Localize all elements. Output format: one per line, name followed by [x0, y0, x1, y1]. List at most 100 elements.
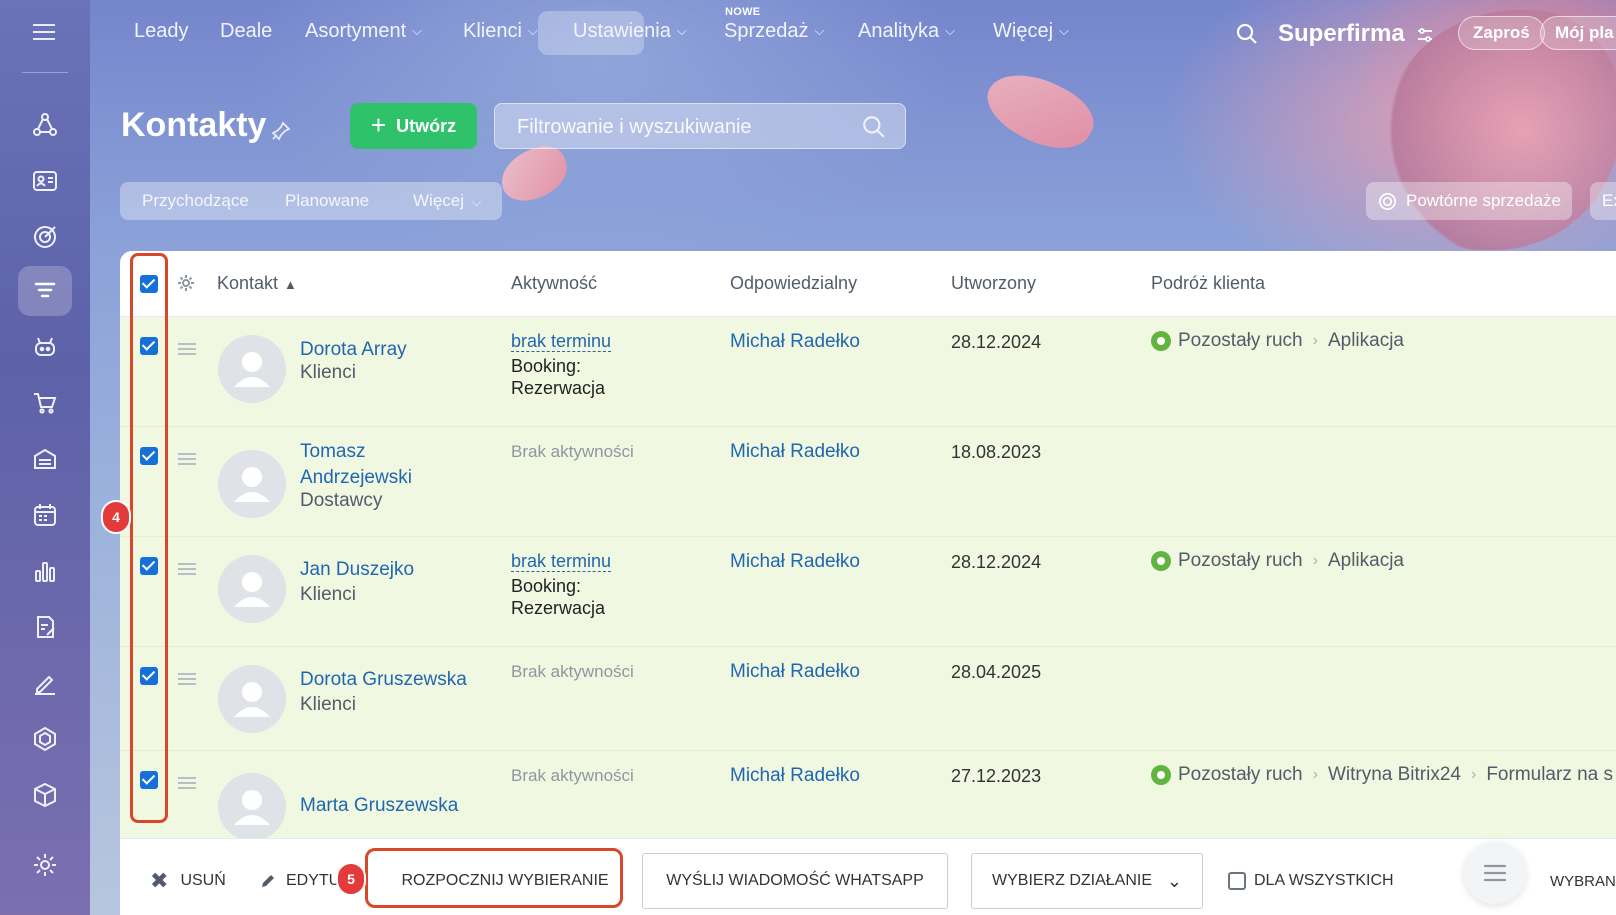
contact-type: Klienci [300, 694, 356, 715]
for-all-checkbox[interactable]: DLA WSZYSTKICH [1228, 853, 1394, 909]
chevron-right-icon: › [1470, 766, 1477, 783]
repeat-sales-icon [1379, 193, 1396, 210]
filter-tab-incoming[interactable]: Przychodzące [142, 191, 249, 211]
sidebar-item-products[interactable] [18, 770, 72, 820]
delete-button[interactable]: ✖ USUŃ [150, 853, 226, 909]
avatar[interactable] [218, 665, 286, 733]
sidebar-item-goals[interactable] [18, 212, 72, 262]
nodes-icon [33, 113, 57, 136]
table-row[interactable]: Jan Duszejko Klienci brak terminu Bookin… [120, 537, 1616, 647]
contact-type: Klienci [300, 362, 356, 383]
nav-item-leady[interactable]: Leady [134, 20, 189, 43]
nav-item-sprzedaz[interactable]: Sprzedaż ⌵ [724, 20, 824, 43]
filter-search-input[interactable]: Filtrowanie i wyszukiwanie [494, 103, 906, 149]
column-header-created[interactable]: Utworzony [951, 273, 1036, 294]
sidebar-item-analytics[interactable] [18, 546, 72, 596]
contact-name-link[interactable]: Tomasz Andrzejewski [300, 439, 420, 491]
column-header-activity[interactable]: Aktywność [511, 273, 597, 294]
send-whatsapp-button[interactable]: WYŚLIJ WIADOMOŚĆ WHATSAPP [642, 853, 948, 909]
pencil-icon [262, 875, 274, 887]
filter-tab-planned[interactable]: Planowane [285, 191, 369, 211]
avatar[interactable] [218, 450, 286, 518]
extra-button[interactable]: Ex [1590, 182, 1616, 220]
responsible-link[interactable]: Michał Radełko [730, 661, 860, 683]
responsible-link[interactable]: Michał Radełko [730, 551, 860, 573]
my-plan-button[interactable]: Mój pla [1540, 16, 1616, 50]
contact-name-link[interactable]: Dorota Gruszewska [300, 667, 467, 693]
chevron-right-icon: › [1312, 552, 1318, 569]
drag-handle-icon[interactable] [178, 343, 196, 355]
avatar[interactable] [218, 555, 286, 623]
table-row[interactable]: Tomasz Andrzejewski Dostawcy Brak aktywn… [120, 427, 1616, 537]
nav-item-wiecej[interactable]: Więcej ⌵ [993, 20, 1069, 43]
filter-tab-more[interactable]: Więcej ⌵ [413, 191, 481, 211]
responsible-link[interactable]: Michał Radełko [730, 765, 860, 787]
customer-journey: Pozostały ruch › Aplikacja [1151, 550, 1404, 572]
search-icon[interactable] [861, 114, 887, 140]
journey-source-icon [1151, 551, 1171, 571]
edit-button[interactable]: EDYTU [260, 853, 340, 909]
nav-item-ustawienia[interactable]: Ustawienia ⌵ [573, 20, 687, 43]
activity-none: Brak aktywności [511, 662, 634, 681]
drag-handle-icon[interactable] [178, 563, 196, 575]
id-card-icon [33, 171, 57, 191]
chevron-right-icon: › [1312, 332, 1318, 349]
choose-action-select[interactable]: WYBIERZ DZIAŁANIE ⌄ [971, 853, 1203, 909]
sidebar-item-sign[interactable] [18, 658, 72, 708]
sidebar-item-workflows[interactable] [18, 100, 72, 150]
invite-button[interactable]: Zaproś [1458, 16, 1545, 50]
menu-icon[interactable] [33, 24, 55, 40]
nav-item-asortyment[interactable]: Asortyment ⌵ [305, 20, 422, 43]
gear-icon [34, 854, 56, 876]
table-row[interactable]: Dorota Array Klienci brak terminu Bookin… [120, 317, 1616, 427]
contact-name-link[interactable]: Jan Duszejko [300, 557, 414, 583]
sidebar-item-copilot[interactable] [18, 322, 72, 372]
avatar[interactable] [218, 773, 286, 841]
company-brand[interactable]: Superfirma [1278, 20, 1405, 48]
sidebar-item-contacts-card[interactable] [18, 156, 72, 206]
created-date: 28.12.2024 [951, 332, 1042, 352]
contact-name-link[interactable]: Dorota Array [300, 337, 407, 363]
settings-sliders-icon[interactable] [1416, 26, 1434, 44]
created-date: 18.08.2023 [951, 442, 1042, 462]
column-header-journey[interactable]: Podróż klienta [1151, 273, 1265, 294]
pin-icon[interactable] [270, 120, 292, 142]
activity-text: Booking: Rezerwacja [511, 356, 606, 398]
sidebar-item-inventory[interactable] [18, 434, 72, 484]
created-date: 28.12.2024 [951, 552, 1042, 572]
responsible-link[interactable]: Michał Radełko [730, 441, 860, 463]
column-header-responsible[interactable]: Odpowiedzialny [730, 273, 857, 294]
contact-name-link[interactable]: Marta Gruszewska [300, 793, 458, 819]
list-view-button[interactable] [1464, 842, 1526, 904]
activity-deadline-link[interactable]: brak terminu [511, 331, 612, 352]
chevron-down-icon: ⌵ [945, 23, 956, 38]
responsible-link[interactable]: Michał Radełko [730, 331, 860, 353]
drag-handle-icon[interactable] [178, 673, 196, 685]
sidebar-item-market[interactable] [18, 714, 72, 764]
nav-item-analityka[interactable]: Analityka ⌵ [858, 20, 955, 43]
activity-deadline-link[interactable]: brak terminu [511, 551, 612, 572]
drag-handle-icon[interactable] [178, 777, 196, 789]
close-icon: ✖ [150, 868, 169, 893]
sidebar-item-settings[interactable] [18, 840, 72, 890]
gear-icon[interactable] [176, 273, 196, 293]
hexagon-icon [34, 726, 56, 752]
nav-item-klienci[interactable]: Klienci ⌵ [463, 20, 538, 43]
sidebar-item-crm[interactable] [18, 266, 72, 316]
sidebar-item-calendar[interactable] [18, 490, 72, 540]
column-header-contact[interactable]: Kontakt ▲ [217, 273, 297, 294]
avatar[interactable] [218, 335, 286, 403]
start-dialing-highlight [365, 848, 623, 908]
repeat-sales-button[interactable]: Powtórne sprzedaże [1366, 182, 1572, 220]
sidebar-item-shop[interactable] [18, 378, 72, 428]
search-icon[interactable] [1235, 22, 1259, 46]
checkbox-empty[interactable] [1228, 872, 1246, 890]
drag-handle-icon[interactable] [178, 453, 196, 465]
chevron-down-icon: ⌄ [1166, 870, 1182, 891]
create-button[interactable]: + Utwórz [350, 103, 477, 149]
table-row[interactable]: Dorota Gruszewska Klienci Brak aktywnośc… [120, 647, 1616, 751]
chevron-down-icon: ⌵ [676, 23, 687, 38]
funnel-icon [34, 282, 56, 298]
sidebar-item-documents[interactable] [18, 602, 72, 652]
nav-item-deale[interactable]: Deale [220, 20, 272, 43]
